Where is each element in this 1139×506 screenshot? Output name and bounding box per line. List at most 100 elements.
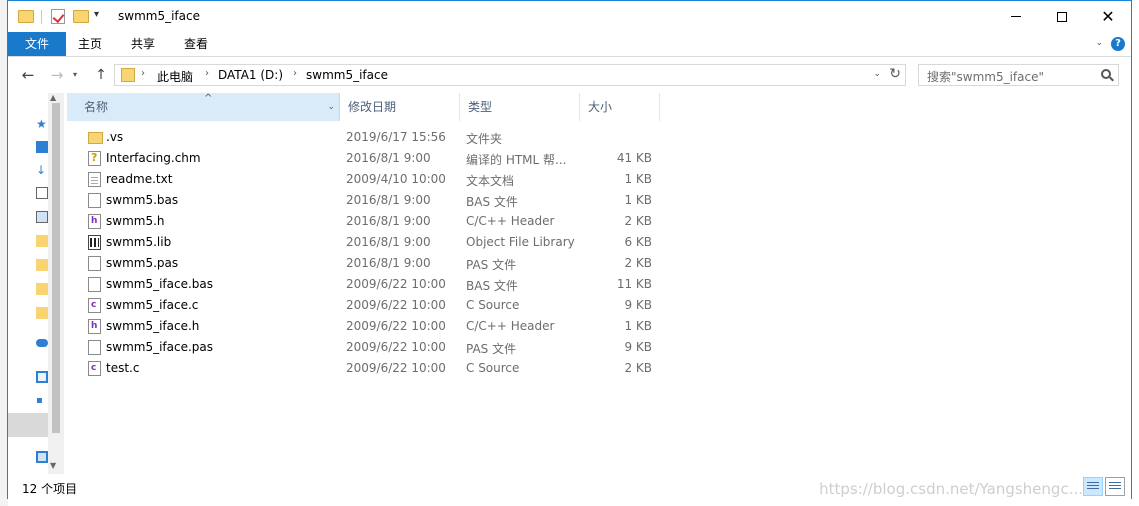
file-date: 2016/8/1 9:00 <box>346 214 431 228</box>
folder-icon <box>18 10 34 23</box>
file-row[interactable]: swmm5_iface.c 2009/6/22 10:00 C Source 9… <box>67 295 667 316</box>
column-header-name[interactable]: 名称 ^ ⌄ <box>67 93 340 121</box>
tab-file[interactable]: 文件 <box>8 32 66 56</box>
desktop-icon[interactable] <box>36 141 48 153</box>
file-row[interactable]: swmm5_iface.h 2009/6/22 10:00 C/C++ Head… <box>67 316 667 337</box>
file-name: swmm5.lib <box>106 235 172 249</box>
minimize-button[interactable] <box>993 1 1039 32</box>
details-view-button[interactable] <box>1083 477 1103 496</box>
forward-arrow-icon[interactable]: → <box>46 65 68 85</box>
file-row[interactable]: test.c 2009/6/22 10:00 C Source 2 KB <box>67 358 667 379</box>
folder-icon[interactable] <box>36 307 48 319</box>
file-name: swmm5.bas <box>106 193 179 207</box>
folder-icon[interactable] <box>36 259 48 271</box>
file-size: 6 KB <box>624 235 652 249</box>
file-row[interactable]: swmm5_iface.pas 2009/6/22 10:00 PAS 文件 9… <box>67 337 667 358</box>
file-name: test.c <box>106 361 140 375</box>
expand-ribbon-chevron-icon[interactable]: ⌄ <box>1095 38 1103 48</box>
file-date: 2016/8/1 9:00 <box>346 193 431 207</box>
file-list: 名称 ^ ⌄ 修改日期 类型 大小 .vs 2019/6/17 15:56 文件… <box>67 93 1131 474</box>
customize-toolbar-dropdown-icon[interactable]: ▾ <box>94 9 99 27</box>
file-row[interactable]: Interfacing.chm 2016/8/1 9:00 编译的 HTML 帮… <box>67 148 667 169</box>
title-bar: ▾ swmm5_iface ✕ <box>8 1 1131 32</box>
header-file-icon <box>88 319 101 334</box>
file-name: Interfacing.chm <box>106 151 201 165</box>
file-name: swmm5_iface.h <box>106 319 200 333</box>
properties-check-icon[interactable] <box>51 9 65 24</box>
file-size: 9 KB <box>624 298 652 312</box>
close-button[interactable]: ✕ <box>1085 1 1131 32</box>
column-header-type[interactable]: 类型 <box>460 93 580 121</box>
tab-view[interactable]: 查看 <box>176 32 216 56</box>
file-size: 41 KB <box>616 151 652 165</box>
breadcrumb-separator-icon[interactable]: › <box>293 68 297 79</box>
file-explorer-window: ▾ swmm5_iface ✕ 文件 主页 共享 查看 ⌄ ? ← → ▾ ↑ … <box>7 0 1132 499</box>
navigation-pane: ★ ↓ ▪ ▲ ▼ <box>8 93 64 474</box>
drive-icon[interactable]: ▪ <box>36 395 43 406</box>
up-arrow-icon[interactable]: ↑ <box>90 65 112 85</box>
search-box[interactable]: 搜索"swmm5_iface" <box>918 64 1119 86</box>
network-icon[interactable] <box>36 451 48 463</box>
address-bar[interactable]: › 此电脑 › DATA1 (D:) › swmm5_iface ⌄ ↻ <box>114 64 906 86</box>
file-row[interactable]: readme.txt 2009/4/10 10:00 文本文档 1 KB <box>67 169 667 190</box>
scroll-down-arrow-icon[interactable]: ▼ <box>50 461 56 470</box>
details-view-icon <box>1087 482 1099 483</box>
maximize-button[interactable] <box>1039 1 1085 32</box>
refresh-icon[interactable]: ↻ <box>889 66 901 82</box>
file-name: swmm5_iface.pas <box>106 340 214 354</box>
file-type: Object File Library <box>466 235 575 249</box>
file-row[interactable]: swmm5.pas 2016/8/1 9:00 PAS 文件 2 KB <box>67 253 667 274</box>
close-icon: ✕ <box>1101 6 1115 26</box>
file-size: 11 KB <box>616 277 652 291</box>
file-size: 1 KB <box>624 172 652 186</box>
navigation-pane-scrollbar-thumb[interactable] <box>52 103 60 433</box>
navigation-bar: ← → ▾ ↑ › 此电脑 › DATA1 (D:) › swmm5_iface… <box>8 57 1131 93</box>
folder-icon <box>88 132 103 144</box>
ribbon: 文件 主页 共享 查看 ⌄ ? <box>8 32 1131 57</box>
file-row[interactable]: .vs 2019/6/17 15:56 文件夹 <box>67 127 667 148</box>
address-history-dropdown-icon[interactable]: ⌄ <box>873 69 881 79</box>
search-input[interactable]: 搜索"swmm5_iface" <box>927 68 1044 85</box>
file-type: 编译的 HTML 帮... <box>466 153 567 167</box>
file-type: PAS 文件 <box>466 342 517 356</box>
maximize-icon <box>1057 11 1067 22</box>
file-size: 9 KB <box>624 340 652 354</box>
breadcrumb-swmm5-iface[interactable]: swmm5_iface <box>306 68 388 82</box>
scroll-up-arrow-icon[interactable]: ▲ <box>50 93 56 102</box>
breadcrumb-data1-drive[interactable]: DATA1 (D:) <box>218 68 283 82</box>
folder-icon[interactable] <box>36 235 48 247</box>
folder-icon <box>121 68 135 82</box>
quick-access-star-icon[interactable]: ★ <box>36 117 47 131</box>
file-row[interactable]: swmm5.lib 2016/8/1 9:00 Object File Libr… <box>67 232 667 253</box>
large-icons-view-icon <box>1109 482 1121 483</box>
new-folder-icon[interactable] <box>73 10 89 23</box>
breadcrumb-separator-icon[interactable]: › <box>141 68 145 79</box>
this-pc-monitor-icon[interactable] <box>36 371 48 383</box>
breadcrumb-this-pc[interactable]: 此电脑 <box>157 68 193 85</box>
file-row[interactable]: swmm5.h 2016/8/1 9:00 C/C++ Header 2 KB <box>67 211 667 232</box>
folder-icon[interactable] <box>36 283 48 295</box>
pictures-icon[interactable] <box>36 211 48 223</box>
documents-icon[interactable] <box>36 187 48 199</box>
chm-help-icon <box>88 151 101 166</box>
breadcrumb-separator-icon[interactable]: › <box>205 68 209 79</box>
onedrive-cloud-icon[interactable] <box>36 339 48 347</box>
file-row[interactable]: swmm5_iface.bas 2009/6/22 10:00 BAS 文件 1… <box>67 274 667 295</box>
recent-locations-chevron-icon[interactable]: ▾ <box>69 65 81 85</box>
column-filter-chevron-icon[interactable]: ⌄ <box>327 93 335 121</box>
search-icon[interactable] <box>1101 69 1111 79</box>
tab-share[interactable]: 共享 <box>123 32 163 56</box>
file-date: 2009/6/22 10:00 <box>346 298 446 312</box>
file-size: 2 KB <box>624 256 652 270</box>
tab-home[interactable]: 主页 <box>70 32 110 56</box>
text-document-icon <box>88 172 101 187</box>
file-size: 1 KB <box>624 193 652 207</box>
column-header-date[interactable]: 修改日期 <box>340 93 460 121</box>
back-arrow-icon[interactable]: ← <box>17 65 39 85</box>
large-icons-view-button[interactable] <box>1105 477 1125 496</box>
file-row[interactable]: swmm5.bas 2016/8/1 9:00 BAS 文件 1 KB <box>67 190 667 211</box>
downloads-arrow-icon[interactable]: ↓ <box>36 163 46 177</box>
column-header-size[interactable]: 大小 <box>580 93 660 121</box>
help-icon[interactable]: ? <box>1111 37 1125 51</box>
file-date: 2009/6/22 10:00 <box>346 361 446 375</box>
